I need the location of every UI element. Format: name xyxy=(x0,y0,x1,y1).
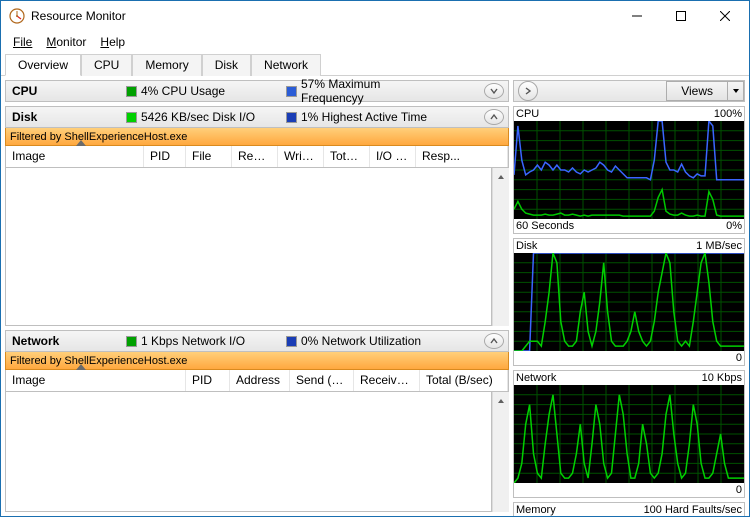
cpu-chart-xleft: 60 Seconds xyxy=(516,220,574,232)
right-collapse-button[interactable] xyxy=(518,81,538,101)
sort-caret-icon xyxy=(76,140,86,146)
col-total[interactable]: Total ... xyxy=(324,146,370,167)
minimize-button[interactable] xyxy=(615,2,659,30)
col-image[interactable]: Image xyxy=(6,146,144,167)
sort-caret-icon xyxy=(76,364,86,370)
title-bar: Resource Monitor xyxy=(1,1,749,31)
app-icon xyxy=(9,8,25,24)
disk-scrollbar[interactable] xyxy=(492,168,509,326)
views-dropdown-icon[interactable] xyxy=(728,81,744,101)
right-pane: Views CPU 100% 60 Seconds 0% Disk 1 MB/sec … xyxy=(513,76,749,516)
cpu-freq-swatch xyxy=(286,86,297,97)
col-address[interactable]: Address xyxy=(230,370,290,391)
memory-chart-box: Memory 100 Hard Faults/sec xyxy=(513,502,745,516)
network-io-metric: 1 Kbps Network I/O xyxy=(126,334,286,348)
disk-chart-max: 1 MB/sec xyxy=(696,240,742,252)
cpu-chart xyxy=(514,121,744,219)
disk-active-metric: 1% Highest Active Time xyxy=(286,110,446,124)
views-button-label[interactable]: Views xyxy=(666,81,728,101)
views-button[interactable]: Views xyxy=(666,81,744,101)
network-util-metric: 0% Network Utilization xyxy=(286,334,446,348)
disk-chart-xright: 0 xyxy=(736,352,742,364)
cpu-section-header[interactable]: CPU 4% CPU Usage 57% Maximum Frequencyy xyxy=(5,80,509,102)
disk-chart xyxy=(514,253,744,351)
cpu-chart-max: 100% xyxy=(714,108,742,120)
cpu-section-title: CPU xyxy=(6,84,126,98)
network-collapse-button[interactable] xyxy=(484,333,504,349)
disk-section-title: Disk xyxy=(6,110,126,124)
menu-monitor[interactable]: Monitor xyxy=(40,33,92,51)
disk-chart-box: Disk 1 MB/sec 0 xyxy=(513,238,745,366)
scroll-up-icon[interactable] xyxy=(493,392,509,409)
tab-disk[interactable]: Disk xyxy=(202,54,251,76)
tab-memory[interactable]: Memory xyxy=(132,54,201,76)
col-send[interactable]: Send (B/s... xyxy=(290,370,354,391)
left-pane: CPU 4% CPU Usage 57% Maximum Frequencyy … xyxy=(1,76,513,516)
disk-table-body xyxy=(5,168,492,326)
col-total[interactable]: Total (B/sec) xyxy=(420,370,508,391)
cpu-usage-swatch xyxy=(126,86,137,97)
col-iopr[interactable]: I/O Pr... xyxy=(370,146,416,167)
col-pid[interactable]: PID xyxy=(144,146,186,167)
col-image[interactable]: Image xyxy=(6,370,186,391)
network-table-body xyxy=(5,392,492,512)
disk-active-swatch xyxy=(286,112,297,123)
tab-overview[interactable]: Overview xyxy=(5,54,81,76)
menu-file[interactable]: File xyxy=(7,33,38,51)
tab-network[interactable]: Network xyxy=(251,54,321,76)
network-chart-box: Network 10 Kbps 0 xyxy=(513,370,745,498)
cpu-chart-xright: 0% xyxy=(726,220,742,232)
network-util-swatch xyxy=(286,336,297,347)
network-section-header[interactable]: Network 1 Kbps Network I/O 0% Network Ut… xyxy=(5,330,509,352)
network-scrollbar[interactable] xyxy=(492,392,509,512)
disk-chart-title: Disk xyxy=(516,240,537,252)
tab-strip: Overview CPU Memory Disk Network xyxy=(1,53,749,76)
network-section-title: Network xyxy=(6,334,126,348)
disk-io-metric: 5426 KB/sec Disk I/O xyxy=(126,110,286,124)
menu-bar: File Monitor Help xyxy=(1,31,749,53)
memory-chart-title: Memory xyxy=(516,504,556,516)
col-write[interactable]: Write... xyxy=(278,146,324,167)
col-pid[interactable]: PID xyxy=(186,370,230,391)
network-chart-max: 10 Kbps xyxy=(702,372,742,384)
cpu-freq-metric: 57% Maximum Frequencyy xyxy=(286,77,446,105)
disk-collapse-button[interactable] xyxy=(484,109,504,125)
memory-chart-max: 100 Hard Faults/sec xyxy=(644,504,742,516)
cpu-usage-metric: 4% CPU Usage xyxy=(126,84,286,98)
col-file[interactable]: File xyxy=(186,146,232,167)
network-chart-xright: 0 xyxy=(736,484,742,496)
network-chart xyxy=(514,385,744,483)
cpu-chart-title: CPU xyxy=(516,108,539,120)
scroll-up-icon[interactable] xyxy=(493,168,509,185)
cpu-chart-box: CPU 100% 60 Seconds 0% xyxy=(513,106,745,234)
disk-section-header[interactable]: Disk 5426 KB/sec Disk I/O 1% Highest Act… xyxy=(5,106,509,128)
network-table-header: Image PID Address Send (B/s... Receive (… xyxy=(5,370,509,392)
menu-help[interactable]: Help xyxy=(94,33,131,51)
cpu-expand-button[interactable] xyxy=(484,83,504,99)
maximize-button[interactable] xyxy=(659,2,703,30)
disk-table-header: Image PID File Read ... Write... Total .… xyxy=(5,146,509,168)
close-button[interactable] xyxy=(703,2,747,30)
col-read[interactable]: Read ... xyxy=(232,146,278,167)
window-title: Resource Monitor xyxy=(31,9,615,23)
disk-io-swatch xyxy=(126,112,137,123)
network-chart-title: Network xyxy=(516,372,556,384)
col-receive[interactable]: Receive (B... xyxy=(354,370,420,391)
tab-cpu[interactable]: CPU xyxy=(81,54,132,76)
right-header: Views xyxy=(513,80,745,102)
network-io-swatch xyxy=(126,336,137,347)
col-resp[interactable]: Resp... xyxy=(416,146,508,167)
